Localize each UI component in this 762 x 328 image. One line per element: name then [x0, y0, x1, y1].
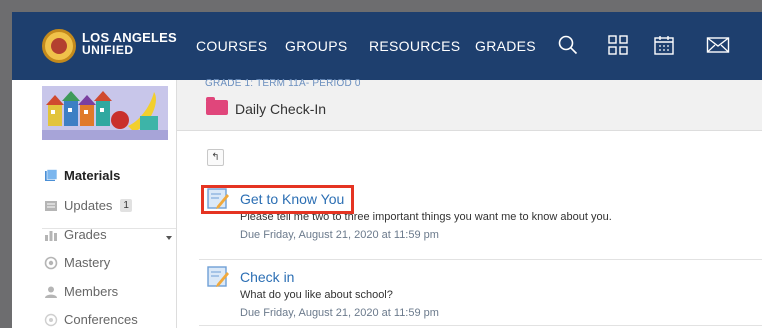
app-window: LOS ANGELES UNIFIED COURSES GROUPS RESOU…	[12, 12, 762, 328]
sidebar-item-members[interactable]: Members	[44, 284, 118, 299]
brand-name[interactable]: LOS ANGELES UNIFIED	[82, 31, 177, 57]
nav-grades[interactable]: GRADES	[475, 38, 536, 54]
back-button[interactable]: ↰	[207, 149, 224, 166]
sidebar-item-grades[interactable]: Grades	[44, 227, 107, 242]
search-icon[interactable]	[557, 34, 579, 56]
updates-count-badge: 1	[120, 199, 132, 212]
assignment-title-link[interactable]: Get to Know You	[240, 191, 344, 207]
assignment-due-date: Due Friday, August 21, 2020 at 11:59 pm	[240, 307, 439, 319]
row-divider	[199, 325, 762, 326]
updates-icon	[44, 199, 58, 213]
row-divider	[199, 259, 762, 260]
page-title: Daily Check-In	[235, 101, 327, 117]
sidebar-item-conferences[interactable]: Conferences	[44, 312, 138, 327]
sidebar-item-updates[interactable]: Updates 1	[44, 198, 132, 213]
calendar-icon[interactable]	[653, 34, 675, 56]
nav-groups[interactable]: GROUPS	[285, 38, 347, 54]
assignment-title-link[interactable]: Check in	[240, 269, 294, 285]
assignment-description: What do you like about school?	[240, 289, 393, 301]
sidebar-item-materials[interactable]: Materials	[44, 168, 120, 183]
sidebar-item-label: Updates	[64, 198, 113, 213]
sidebar-item-label: Members	[64, 284, 119, 299]
apps-grid-icon[interactable]	[607, 34, 629, 56]
sidebar-item-label: Conferences	[64, 312, 138, 327]
members-icon	[44, 285, 58, 299]
assignment-icon	[207, 266, 229, 288]
district-seal-icon[interactable]	[42, 29, 76, 63]
assignment-due-date: Due Friday, August 21, 2020 at 11:59 pm	[240, 229, 439, 241]
top-navigation-bar: LOS ANGELES UNIFIED COURSES GROUPS RESOU…	[12, 12, 762, 80]
assignment-icon	[207, 188, 229, 210]
folder-icon	[206, 97, 228, 115]
page-header: GRADE 1: TERM 11A- PERIOD 0 Daily Check-…	[177, 78, 762, 131]
main-content: GRADE 1: TERM 11A- PERIOD 0 Daily Check-…	[176, 78, 762, 328]
mail-icon[interactable]	[706, 34, 730, 56]
sidebar-item-label: Grades	[64, 227, 107, 242]
conferences-icon	[44, 313, 58, 327]
grades-icon	[44, 228, 58, 242]
sidebar-item-mastery[interactable]: Mastery	[44, 255, 110, 270]
assignment-description: Please tell me two to three important th…	[240, 211, 612, 223]
course-sidebar: Materials Updates 1 Grades Mastery Membe…	[12, 80, 178, 328]
breadcrumb[interactable]: GRADE 1: TERM 11A- PERIOD 0	[205, 78, 361, 89]
course-cover-image	[42, 86, 168, 140]
materials-icon	[44, 168, 58, 183]
mastery-icon	[44, 256, 58, 270]
nav-resources[interactable]: RESOURCES	[369, 38, 460, 54]
sidebar-item-label: Materials	[64, 168, 121, 183]
brand-line-2: UNIFIED	[82, 43, 134, 57]
chevron-down-icon[interactable]	[166, 236, 172, 240]
sidebar-item-label: Mastery	[64, 255, 111, 270]
nav-courses[interactable]: COURSES	[196, 38, 267, 54]
